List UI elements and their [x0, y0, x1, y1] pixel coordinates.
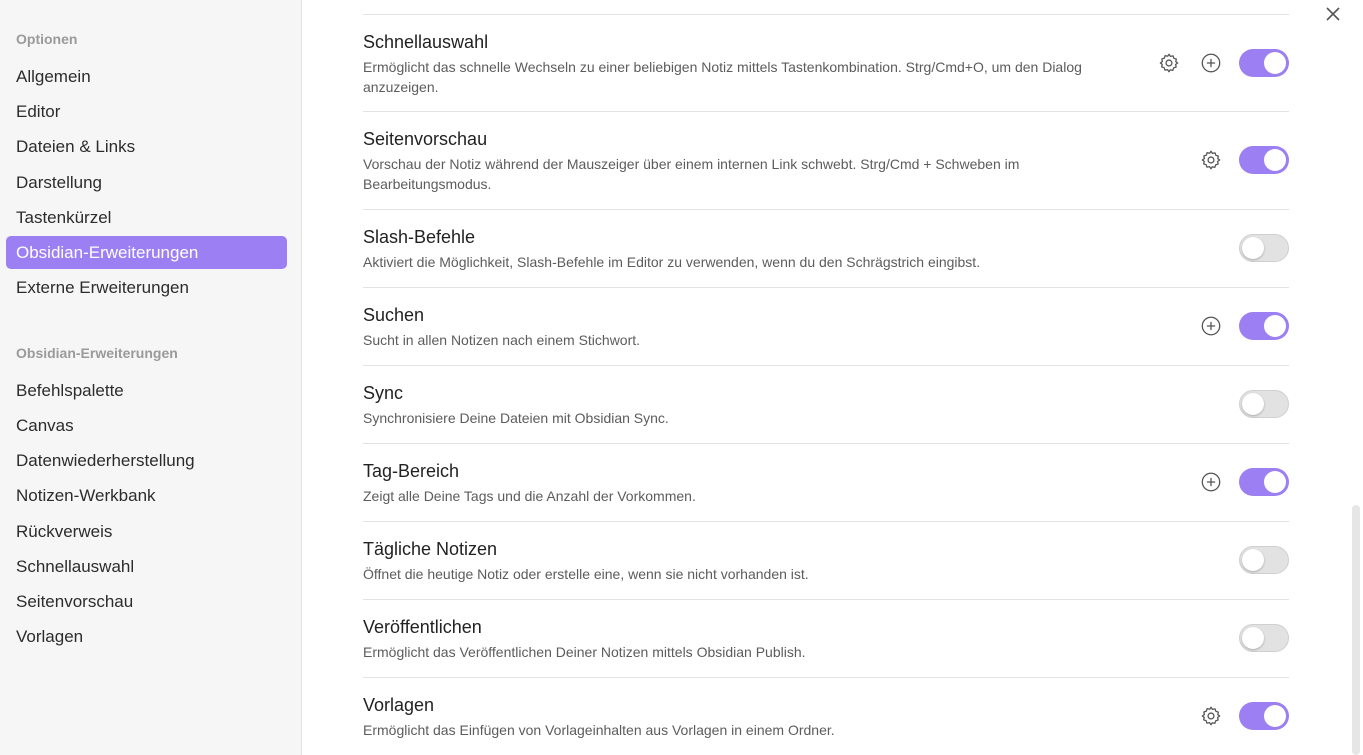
sidebar-item-backlinks[interactable]: Rückverweis — [6, 515, 287, 548]
plugin-toggle[interactable] — [1239, 312, 1289, 340]
plugin-row-search: Suchen Sucht in allen Notizen nach einem… — [363, 304, 1289, 351]
plugin-row-publish: Veröffentlichen Ermöglicht das Veröffent… — [363, 616, 1289, 663]
row-divider — [363, 14, 1289, 15]
plugin-toggle[interactable] — [1239, 624, 1289, 652]
plugin-settings-button[interactable] — [1197, 702, 1225, 730]
plus-circle-icon — [1201, 53, 1221, 73]
plugin-controls — [1239, 624, 1289, 652]
plugin-settings-button[interactable] — [1197, 146, 1225, 174]
plugin-toggle[interactable] — [1239, 146, 1289, 174]
plugin-controls — [1197, 312, 1289, 340]
plus-circle-icon — [1201, 472, 1221, 492]
plugin-description: Zeigt alle Deine Tags und die Anzahl der… — [363, 488, 696, 504]
plugin-row-slash-commands: Slash-Befehle Aktiviert die Möglichkeit,… — [363, 226, 1289, 273]
sidebar-item-community-plugins[interactable]: Externe Erweiterungen — [6, 271, 287, 304]
plugin-controls — [1239, 390, 1289, 418]
gear-icon — [1201, 706, 1221, 726]
plugin-title: Veröffentlichen — [363, 617, 482, 637]
plugin-row-templates: Vorlagen Ermöglicht das Einfügen von Vor… — [363, 694, 1289, 741]
sidebar-item-templates[interactable]: Vorlagen — [6, 620, 287, 653]
row-divider — [363, 209, 1289, 210]
plugin-title: Slash-Befehle — [363, 227, 476, 247]
plus-circle-icon — [1201, 316, 1221, 336]
gear-icon — [1201, 150, 1221, 170]
plugin-title: Tag-Bereich — [363, 461, 460, 481]
sidebar-heading-options: Optionen — [16, 31, 78, 47]
sidebar-item-core-plugins[interactable]: Obsidian-Erweiterungen — [6, 236, 287, 269]
row-divider — [363, 287, 1289, 288]
plugin-controls — [1197, 702, 1289, 730]
plugin-description: Sucht in allen Notizen nach einem Stichw… — [363, 332, 641, 348]
close-button[interactable] — [1321, 2, 1345, 26]
plugin-title: Vorlagen — [363, 695, 435, 715]
plugin-row-tag-pane: Tag-Bereich Zeigt alle Deine Tags und di… — [363, 460, 1289, 507]
plugin-hotkey-button[interactable] — [1197, 468, 1225, 496]
row-divider — [363, 443, 1289, 444]
plugin-description: Ermöglicht das Einfügen von Vorlageinhal… — [363, 722, 835, 738]
plugin-description: Öffnet die heutige Notiz oder erstelle e… — [363, 566, 809, 582]
plugin-controls — [1239, 234, 1289, 262]
sidebar-item-appearance[interactable]: Darstellung — [6, 166, 287, 199]
row-divider — [363, 365, 1289, 366]
plugin-hotkey-button[interactable] — [1197, 49, 1225, 77]
plugin-row-daily-notes: Tägliche Notizen Öffnet die heutige Noti… — [363, 538, 1289, 585]
plugin-title: Seitenvorschau — [363, 129, 488, 149]
sidebar-item-command-palette[interactable]: Befehlspalette — [6, 374, 287, 407]
plugin-row-quick-switcher: Schnellauswahl Ermöglicht das schnelle W… — [363, 31, 1289, 97]
plugin-description: Synchronisiere Deine Dateien mit Obsidia… — [363, 410, 669, 426]
row-divider — [363, 677, 1289, 678]
plugin-settings-button[interactable] — [1155, 49, 1183, 77]
plugin-title: Sync — [363, 383, 404, 403]
plugin-controls — [1155, 49, 1289, 77]
plugin-toggle[interactable] — [1239, 702, 1289, 730]
plugin-description: Vorschau der Notiz während der Mauszeige… — [363, 156, 1020, 192]
plugin-title: Tägliche Notizen — [363, 539, 498, 559]
plugin-description: Ermöglicht das schnelle Wechseln zu eine… — [363, 59, 1082, 95]
sidebar-item-file-recovery[interactable]: Datenwiederherstellung — [6, 444, 287, 477]
row-divider — [363, 111, 1289, 112]
plugin-description: Aktiviert die Möglichkeit, Slash-Befehle… — [363, 254, 981, 270]
plugin-controls — [1197, 146, 1289, 174]
sidebar-item-allgemein[interactable]: Allgemein — [6, 60, 287, 93]
scrollbar-thumb[interactable] — [1352, 505, 1360, 755]
plugin-toggle[interactable] — [1239, 468, 1289, 496]
close-icon — [1326, 7, 1340, 21]
plugin-hotkey-button[interactable] — [1197, 312, 1225, 340]
plugin-row-page-preview: Seitenvorschau Vorschau der Notiz währen… — [363, 128, 1289, 194]
plugin-title: Schnellauswahl — [363, 32, 489, 52]
plugin-description: Ermöglicht das Veröffentlichen Deiner No… — [363, 644, 806, 660]
plugin-row-sync: Sync Synchronisiere Deine Dateien mit Ob… — [363, 382, 1289, 429]
plugin-controls — [1197, 468, 1289, 496]
row-divider — [363, 521, 1289, 522]
plugin-toggle[interactable] — [1239, 49, 1289, 77]
plugin-toggle[interactable] — [1239, 546, 1289, 574]
plugin-title: Suchen — [363, 305, 425, 325]
sidebar-item-workspaces[interactable]: Notizen-Werkbank — [6, 479, 287, 512]
gear-icon — [1159, 53, 1179, 73]
sidebar-heading-core-plugins: Obsidian-Erweiterungen — [16, 345, 178, 361]
sidebar-item-quick-switcher[interactable]: Schnellauswahl — [6, 550, 287, 583]
plugin-toggle[interactable] — [1239, 234, 1289, 262]
settings-sidebar: Optionen Allgemein Editor Dateien & Link… — [0, 0, 302, 755]
sidebar-item-hotkeys[interactable]: Tastenkürzel — [6, 201, 287, 234]
sidebar-item-canvas[interactable]: Canvas — [6, 409, 287, 442]
plugin-toggle[interactable] — [1239, 390, 1289, 418]
sidebar-item-files-links[interactable]: Dateien & Links — [6, 130, 287, 163]
sidebar-item-page-preview[interactable]: Seitenvorschau — [6, 585, 287, 618]
plugin-controls — [1239, 546, 1289, 574]
sidebar-item-editor[interactable]: Editor — [6, 95, 287, 128]
row-divider — [363, 599, 1289, 600]
